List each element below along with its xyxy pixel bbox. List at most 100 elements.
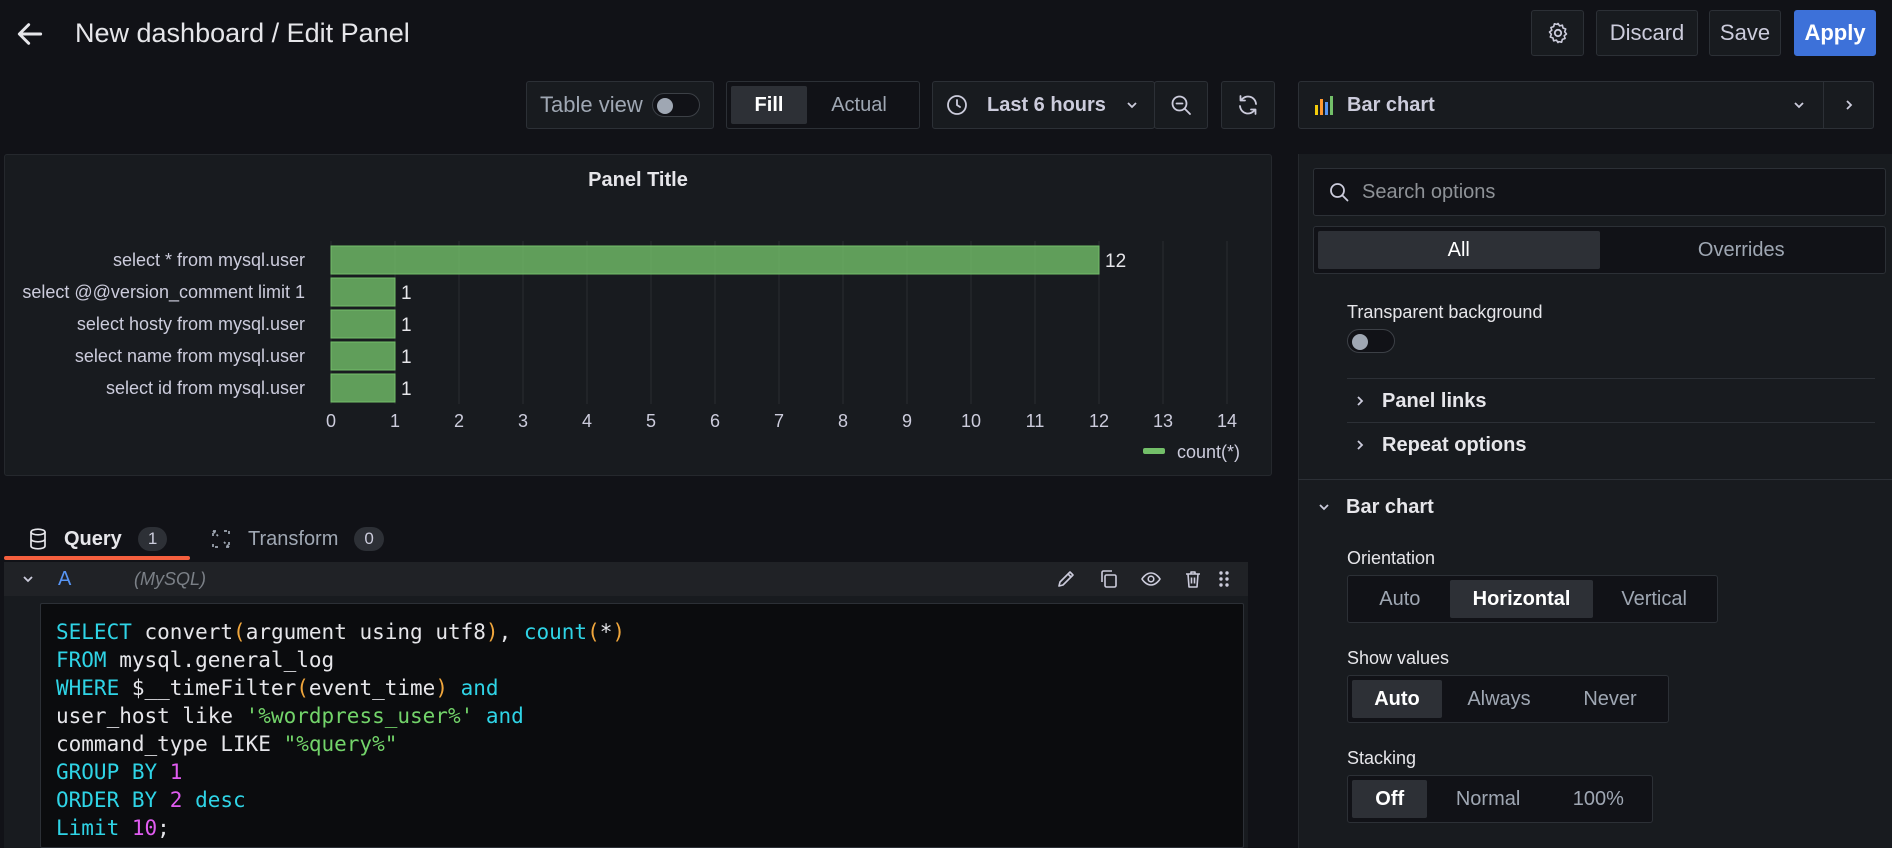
clock-icon [947, 95, 967, 115]
stacking-option-normal[interactable]: Normal [1429, 780, 1546, 818]
discard-button[interactable]: Discard [1596, 10, 1698, 56]
refresh-button[interactable] [1221, 81, 1275, 129]
gear-icon [1548, 22, 1567, 44]
search-icon [1330, 183, 1349, 202]
visualization-divider [1823, 82, 1824, 128]
bar-chart: 0 1 2 3 4 5 6 7 8 9 10 11 12 13 14select * from mysql.… [22, 241, 1240, 462]
chevron-down-icon [1794, 102, 1804, 109]
sql-token: FROM [56, 648, 120, 672]
query-ref-id[interactable]: A [58, 568, 71, 591]
drag-handle-icon[interactable] [1216, 568, 1232, 590]
sql-token: event_time [308, 676, 436, 700]
pencil-icon[interactable] [1055, 568, 1077, 590]
refresh-icon [1239, 95, 1257, 115]
sql-line: SELECT convert(argument using utf8), cou… [56, 618, 1243, 646]
sql-editor[interactable]: SELECT convert(argument using utf8), cou… [40, 603, 1244, 848]
sql-token: and [447, 676, 499, 700]
bar [330, 277, 396, 307]
sql-token: '%wordpress_user%' [245, 704, 474, 728]
settings-button[interactable] [1531, 10, 1584, 56]
transparent-background-toggle[interactable] [1347, 329, 1395, 353]
tab-query-count: 1 [137, 527, 168, 551]
data-label: 1 [401, 283, 412, 304]
tab-query[interactable]: Query 1 [4, 517, 190, 561]
orientation-option-vertical[interactable]: Vertical [1595, 580, 1713, 618]
sql-token: 2 [169, 788, 183, 812]
category-label: select * from mysql.user [113, 250, 305, 270]
sql-token: mysql.general_log [119, 648, 335, 672]
bar-chart-icon [1315, 96, 1333, 115]
page-title: New dashboard / Edit Panel [75, 18, 410, 48]
data-label: 1 [401, 347, 412, 368]
panel-links-section[interactable]: Panel links [1352, 386, 1872, 416]
x-tick-label: 4 [582, 411, 592, 431]
sql-token: ( [233, 620, 246, 644]
show-values-option-never[interactable]: Never [1556, 680, 1664, 718]
eye-icon[interactable] [1140, 568, 1162, 590]
copy-icon[interactable] [1098, 568, 1120, 590]
sql-token: convert [144, 620, 234, 644]
orientation-option-auto[interactable]: Auto [1352, 580, 1448, 618]
show-values-option-always[interactable]: Always [1444, 680, 1554, 718]
x-tick-label: 6 [710, 411, 720, 431]
search-options-input[interactable]: Search options [1313, 168, 1886, 216]
tab-transform[interactable]: Transform 0 [210, 517, 410, 561]
transform-icon [212, 530, 230, 548]
sql-token: "%query%" [283, 732, 398, 756]
save-button[interactable]: Save [1709, 10, 1781, 56]
sql-token: ) [485, 620, 499, 644]
bar [330, 245, 1100, 275]
query-datasource: (MySQL) [134, 569, 206, 589]
show-values-option-auto[interactable]: Auto [1352, 680, 1442, 718]
legend-label: count(*) [1177, 442, 1240, 462]
sql-token: ; [157, 816, 170, 840]
sql-token: GROUP BY [56, 760, 170, 784]
fill-option[interactable]: Fill [731, 86, 807, 124]
x-tick-label: 9 [902, 411, 912, 431]
sql-token: SELECT [56, 620, 145, 644]
x-tick-label: 5 [646, 411, 656, 431]
zoom-out-button[interactable] [1154, 81, 1208, 129]
chevron-down-icon [1127, 102, 1137, 109]
arrow-left-icon [17, 23, 43, 45]
chevron-right-icon[interactable] [1841, 97, 1857, 113]
chevron-down-icon[interactable] [20, 571, 36, 587]
x-tick-label: 3 [518, 411, 528, 431]
table-view-toggle[interactable] [652, 93, 700, 117]
back-button[interactable] [10, 14, 50, 54]
tab-all[interactable]: All [1318, 231, 1600, 269]
fill-actual-group: Fill Actual [726, 81, 920, 129]
sql-token: Limit [56, 816, 132, 840]
x-tick-label: 1 [390, 411, 400, 431]
sql-token: user_host like [56, 704, 246, 728]
table-view-label: Table view [540, 92, 643, 117]
stacking-option-100[interactable]: 100% [1549, 780, 1648, 818]
tab-transform-count: 0 [354, 527, 384, 551]
trash-icon[interactable] [1182, 568, 1204, 590]
visualization-picker[interactable]: Bar chart [1298, 81, 1874, 129]
sql-line: FROM mysql.general_log [56, 646, 1243, 674]
sql-token: $__timeFilter [131, 676, 297, 700]
chevron-down-icon [1319, 504, 1329, 511]
x-tick-label: 11 [1026, 411, 1045, 431]
stacking-option-off[interactable]: Off [1352, 780, 1428, 818]
chevron-right-icon [1357, 396, 1364, 406]
sql-token: desc [182, 788, 246, 812]
orientation-option-horizontal[interactable]: Horizontal [1449, 580, 1594, 618]
visualization-label: Bar chart [1347, 93, 1435, 116]
tab-overrides[interactable]: Overrides [1602, 231, 1882, 269]
category-label: select @@version_comment limit 1 [22, 282, 305, 303]
x-tick-label: 13 [1153, 411, 1173, 431]
panel-preview: Panel Title 0 1 2 3 4 5 6 7 8 9 10 11 12 13 14 select *… [4, 154, 1272, 476]
repeat-options-section[interactable]: Repeat options [1352, 430, 1872, 460]
actual-option[interactable]: Actual [809, 86, 909, 124]
apply-button[interactable]: Apply [1794, 10, 1876, 56]
bar-chart-section[interactable]: Bar chart [1316, 492, 1856, 522]
tab-transform-label: Transform [248, 527, 339, 550]
bar-chart-section-label: Bar chart [1346, 495, 1434, 518]
x-tick-label: 0 [326, 411, 336, 431]
sql-token: ORDER BY [56, 788, 170, 812]
sql-line: WHERE $__timeFilter(event_time) and [56, 674, 1243, 702]
category-label: select name from mysql.user [75, 346, 305, 366]
time-range-picker[interactable]: Last 6 hours [932, 81, 1155, 129]
